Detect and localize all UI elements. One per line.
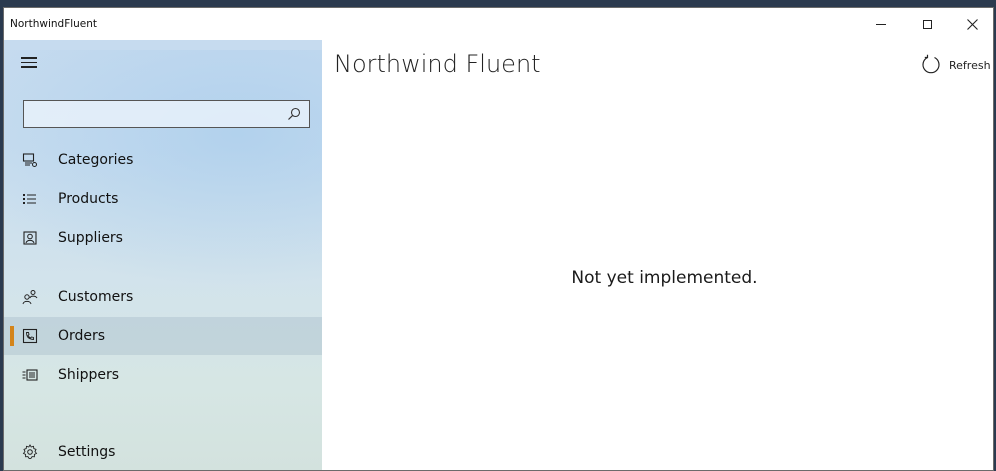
- suppliers-icon: [22, 230, 38, 246]
- nav-item-label: Suppliers: [58, 230, 123, 246]
- nav-item-label: Shippers: [58, 367, 120, 383]
- nav-item-label: Products: [58, 191, 119, 207]
- search-input[interactable]: [23, 100, 310, 128]
- nav-item-customers[interactable]: Customers: [4, 278, 322, 316]
- orders-icon: [22, 328, 38, 344]
- window-title: NorthwindFluent: [10, 18, 98, 30]
- nav-item-label: Orders: [58, 328, 106, 344]
- nav-item-categories[interactable]: Categories: [4, 141, 322, 179]
- maximize-button[interactable]: [904, 8, 950, 40]
- categories-icon: [22, 152, 38, 168]
- gear-icon: [22, 444, 38, 460]
- refresh-icon: [922, 54, 940, 74]
- maximize-icon: [922, 19, 932, 29]
- nav-item-shippers[interactable]: Shippers: [4, 356, 322, 394]
- navigation-pane: Categories Products Suppliers Customers: [4, 40, 322, 470]
- refresh-label: Refresh: [949, 58, 991, 72]
- nav-item-orders[interactable]: Orders: [4, 317, 322, 355]
- nav-item-suppliers[interactable]: Suppliers: [4, 219, 322, 257]
- refresh-button[interactable]: Refresh: [920, 54, 991, 76]
- products-list-icon: [22, 191, 38, 207]
- customers-icon: [22, 289, 38, 305]
- title-bar[interactable]: NorthwindFluent: [4, 8, 993, 40]
- shippers-icon: [22, 367, 38, 383]
- app-window: NorthwindFluent Categories Products Supp…: [3, 7, 994, 471]
- nav-item-label: Categories: [58, 152, 134, 168]
- nav-item-label: Settings: [58, 444, 116, 460]
- nav-item-products[interactable]: Products: [4, 180, 322, 218]
- not-implemented-message: Not yet implemented.: [571, 268, 758, 288]
- nav-item-settings[interactable]: Settings: [4, 433, 322, 470]
- close-icon: [966, 18, 978, 30]
- hamburger-icon[interactable]: [21, 57, 37, 69]
- page-title: Northwind Fluent: [334, 50, 541, 78]
- search-icon[interactable]: [287, 107, 301, 121]
- selection-indicator: [10, 326, 14, 346]
- minimize-icon: [876, 23, 886, 25]
- nav-item-label: Customers: [58, 289, 134, 305]
- close-button[interactable]: [949, 8, 993, 40]
- minimize-button[interactable]: [858, 8, 904, 40]
